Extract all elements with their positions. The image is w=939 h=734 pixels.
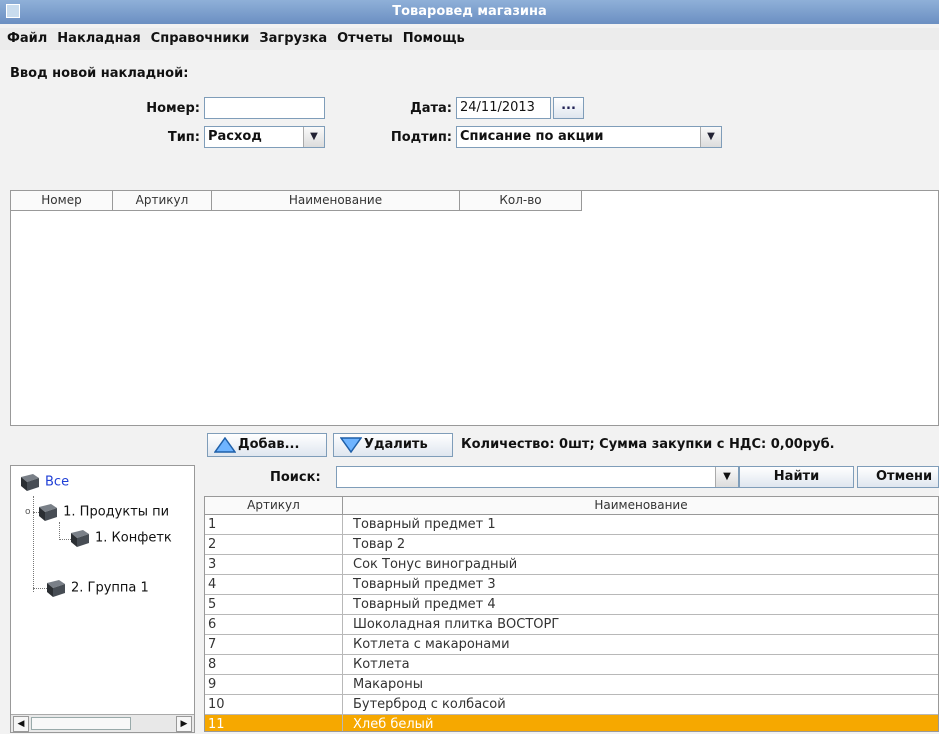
cell-name: Бутерброд с колбасой [343, 695, 938, 715]
tree-connector [59, 522, 60, 540]
cell-name: Макароны [343, 675, 938, 695]
table-row[interactable]: 2 Товар 2 [205, 535, 938, 555]
triangle-up-icon [214, 437, 236, 453]
date-input[interactable]: 24/11/2013 [456, 97, 551, 119]
chevron-down-icon: ▼ [700, 127, 721, 147]
cell-article: 9 [205, 675, 343, 695]
delete-button[interactable]: Удалить [333, 433, 453, 457]
table-row[interactable]: 3 Сок Тонус виноградный [205, 555, 938, 575]
cell-name: Товар 2 [343, 535, 938, 555]
table-row[interactable]: 6 Шоколадная плитка ВОСТОРГ [205, 615, 938, 635]
column-header-article[interactable]: Артикул [113, 191, 212, 211]
cell-article: 2 [205, 535, 343, 555]
menu-invoice[interactable]: Накладная [54, 28, 143, 50]
add-button-label: Добав... [238, 437, 300, 452]
tree-node-products-label: 1. Продукты пи [63, 504, 170, 520]
menu-load[interactable]: Загрузка [256, 28, 330, 50]
scroll-right-icon[interactable]: ▶ [176, 716, 192, 732]
menu-reports[interactable]: Отчеты [334, 28, 396, 50]
cell-name: Котлета [343, 655, 938, 675]
scroll-left-icon[interactable]: ◀ [13, 716, 29, 732]
column-header-name[interactable]: Наименование [212, 191, 460, 211]
tree-node-all-label: Все [45, 474, 70, 490]
table-row[interactable]: 10 Бутерброд с колбасой [205, 695, 938, 715]
type-select-value: Расход [208, 129, 262, 144]
date-picker-button[interactable]: ... [553, 97, 584, 119]
scrollbar-thumb[interactable] [31, 717, 131, 730]
table-row[interactable]: 7 Котлета с макаронами [205, 635, 938, 655]
date-label: Дата: [410, 101, 452, 116]
table-row[interactable]: 11 Хлеб белый [205, 715, 938, 731]
type-select[interactable]: Расход ▼ [204, 126, 325, 148]
type-label: Тип: [167, 130, 200, 145]
menu-references[interactable]: Справочники [148, 28, 253, 50]
folder-book-icon [39, 504, 58, 521]
cell-article: 5 [205, 595, 343, 615]
cell-name: Хлеб белый [343, 715, 938, 731]
subtype-select[interactable]: Списание по акции ▼ [456, 126, 722, 148]
column-header-name[interactable]: Наименование [343, 497, 938, 515]
invoice-table[interactable]: Номер Артикул Наименование Кол-во [10, 190, 939, 426]
chevron-down-icon: ▼ [303, 127, 324, 147]
cancel-button[interactable]: Отмени [857, 466, 939, 488]
folder-book-icon [71, 530, 89, 547]
column-header-quantity[interactable]: Кол-во [460, 191, 582, 211]
cell-article: 6 [205, 615, 343, 635]
cell-article: 7 [205, 635, 343, 655]
triangle-down-icon [340, 437, 362, 453]
folder-book-icon [47, 580, 65, 597]
table-row[interactable]: 1 Товарный предмет 1 [205, 515, 938, 535]
menu-file[interactable]: Файл [4, 28, 50, 50]
tree-node-sweets-label: 1. Конфетк [95, 530, 172, 546]
subtype-select-value: Списание по акции [460, 129, 604, 144]
cell-article: 3 [205, 555, 343, 575]
menu-bar: Файл Накладная Справочники Загрузка Отчеты По… [0, 28, 939, 50]
section-title: Ввод новой накладной: [10, 66, 189, 81]
table-row[interactable]: 4 Товарный предмет 3 [205, 575, 938, 595]
tree-node-products[interactable]: o 1. Продукты пи [25, 502, 169, 522]
number-label: Номер: [146, 101, 200, 116]
subtype-label: Подтип: [390, 130, 452, 145]
table-row[interactable]: 9 Макароны [205, 675, 938, 695]
chevron-down-icon[interactable]: ▼ [715, 467, 738, 487]
search-label: Поиск: [270, 470, 321, 485]
tree-node-sweets[interactable]: 1. Конфетк [69, 528, 172, 548]
column-header-article[interactable]: Артикул [205, 497, 343, 515]
expand-handle-icon[interactable]: o [25, 507, 33, 517]
add-button[interactable]: Добав... [207, 433, 327, 457]
column-header-number[interactable]: Номер [11, 191, 113, 211]
cell-article: 11 [205, 715, 343, 731]
cell-name: Товарный предмет 1 [343, 515, 938, 535]
table-row[interactable]: 8 Котлета [205, 655, 938, 675]
folder-book-icon [21, 474, 39, 491]
number-input[interactable] [204, 97, 325, 119]
products-table-header: Артикул Наименование [205, 497, 938, 515]
window-title: Товаровед магазина [392, 4, 547, 19]
cell-name: Товарный предмет 3 [343, 575, 938, 595]
cell-name: Котлета с макаронами [343, 635, 938, 655]
table-row[interactable]: 5 Товарный предмет 4 [205, 595, 938, 615]
tree-node-group1-label: 2. Группа 1 [71, 580, 149, 596]
tree-node-all[interactable]: Все [19, 472, 69, 492]
category-tree[interactable]: Все o 1. Продукты пи 1. Конфетк 2. Групп… [10, 465, 195, 733]
tree-horizontal-scrollbar[interactable]: ◀ ▶ [11, 714, 194, 732]
cell-article: 1 [205, 515, 343, 535]
app-icon [6, 4, 20, 18]
cell-article: 8 [205, 655, 343, 675]
products-table[interactable]: Артикул Наименование 1 Товарный предмет 1… [204, 496, 939, 732]
find-button[interactable]: Найти [739, 466, 854, 488]
cell-article: 4 [205, 575, 343, 595]
cell-name: Сок Тонус виноградный [343, 555, 938, 575]
cell-name: Товарный предмет 4 [343, 595, 938, 615]
menu-help[interactable]: Помощь [400, 28, 468, 50]
summary-text: Количество: 0шт; Сумма закупки с НДС: 0,… [461, 437, 835, 452]
tree-node-group1[interactable]: 2. Группа 1 [45, 578, 149, 598]
search-input[interactable]: ▼ [336, 466, 739, 488]
window-titlebar: Товаровед магазина [0, 0, 939, 24]
cell-name: Шоколадная плитка ВОСТОРГ [343, 615, 938, 635]
delete-button-label: Удалить [364, 437, 428, 452]
cell-article: 10 [205, 695, 343, 715]
